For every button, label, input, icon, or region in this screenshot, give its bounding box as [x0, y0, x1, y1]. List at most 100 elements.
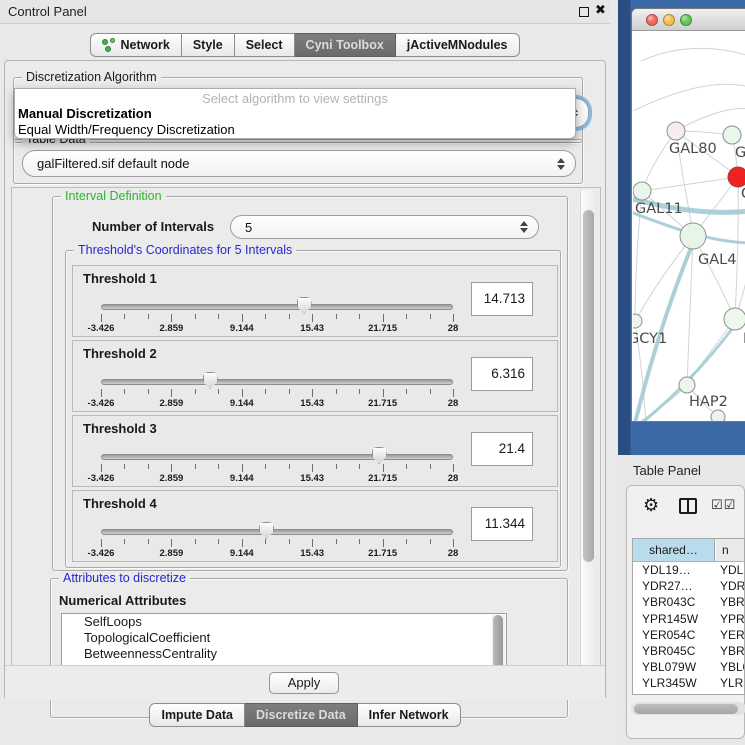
network-node-gal4[interactable]: [680, 223, 706, 249]
network-edge[interactable]: [735, 177, 738, 319]
slider-tick: [242, 464, 243, 472]
settings-vertical-scrollbar[interactable]: [580, 190, 595, 680]
slider-thumb[interactable]: [259, 522, 274, 539]
gear-icon[interactable]: ⚙: [643, 495, 659, 516]
network-node-gcy1[interactable]: [633, 314, 642, 328]
network-edge[interactable]: [693, 236, 735, 319]
slider-tick: [148, 464, 149, 469]
network-edge[interactable]: [642, 177, 738, 191]
minimize-light-icon[interactable]: [663, 14, 675, 26]
table-horizontal-scrollbar[interactable]: [631, 702, 745, 715]
close-panel-icon[interactable]: ✖: [595, 2, 606, 18]
table-row[interactable]: YER054CYER0: [633, 627, 744, 643]
cyni-toolbox-content: Discretization Algorithm Select algorith…: [4, 60, 606, 700]
network-node-label: C: [741, 186, 745, 202]
network-window-titlebar[interactable]: [632, 9, 745, 31]
threshold-label: Threshold 1: [83, 271, 157, 286]
table-row[interactable]: YBR043CYBR0: [633, 594, 744, 610]
tab-network[interactable]: Network: [90, 33, 181, 57]
slider-thumb[interactable]: [203, 372, 218, 389]
network-node-label: HAP2: [689, 394, 728, 410]
tab-infer-network[interactable]: Infer Network: [358, 703, 461, 727]
tab-select[interactable]: Select: [235, 33, 295, 57]
attribute-list-item[interactable]: TopologicalCoefficient: [62, 630, 506, 646]
table-row[interactable]: YPR145WYPR1: [633, 611, 744, 627]
table-panel-title: Table Panel: [633, 463, 701, 478]
slider-tick: [430, 389, 431, 394]
cell-name: YPR1: [715, 611, 744, 627]
network-edge[interactable]: [641, 48, 745, 61]
attribute-list-item[interactable]: SelfLoops: [62, 614, 506, 630]
slider-tick: [242, 389, 243, 397]
threshold-label: Threshold 3: [83, 421, 157, 436]
close-light-icon[interactable]: [646, 14, 658, 26]
threshold-label: Threshold 4: [83, 496, 157, 511]
table-data-combobox[interactable]: galFiltered.sif default node: [22, 150, 576, 177]
slider-tick: [195, 464, 196, 469]
attribute-list-item[interactable]: BetweennessCentrality: [62, 646, 506, 662]
slider-track[interactable]: [101, 379, 453, 385]
table-row[interactable]: YBL079WYBL0: [633, 659, 744, 675]
network-edge[interactable]: [635, 236, 693, 321]
tab-impute-data[interactable]: Impute Data: [149, 703, 245, 727]
split-columns-icon[interactable]: [679, 498, 697, 514]
column-header-name[interactable]: n: [715, 539, 744, 561]
slider-thumb[interactable]: [297, 297, 312, 314]
zoom-light-icon[interactable]: [680, 14, 692, 26]
network-node-hap2[interactable]: [679, 377, 695, 393]
network-edge[interactable]: [633, 84, 745, 111]
threshold-value-field[interactable]: 21.4: [471, 432, 533, 466]
slider-track[interactable]: [101, 529, 453, 535]
cell-name: YER0: [715, 627, 744, 643]
checkbox-filter-icons[interactable]: ☑☑: [711, 497, 736, 513]
network-node-gal80[interactable]: [667, 122, 685, 140]
threshold-value-field[interactable]: 11.344: [471, 507, 533, 541]
tab-label: Discretize Data: [256, 704, 346, 726]
attributes-scrollbar-thumb[interactable]: [493, 615, 503, 671]
table-row[interactable]: YBR045CYBR0: [633, 643, 744, 659]
table-row[interactable]: YDL19…YDL1: [633, 562, 744, 578]
column-header-shared[interactable]: shared…: [633, 539, 715, 561]
algorithm-option[interactable]: Manual Discretization: [18, 106, 574, 122]
tab-jactivemnodules[interactable]: jActiveMNodules: [396, 33, 520, 57]
table-data-group: Table Data galFiltered.sif default node: [13, 139, 583, 184]
number-of-intervals-combobox[interactable]: 5: [230, 215, 539, 239]
table-row[interactable]: YIL052CYIL0: [633, 692, 744, 696]
table-row[interactable]: YLR345WYLR3: [633, 675, 744, 691]
slider-thumb[interactable]: [372, 447, 387, 464]
network-canvas[interactable]: GAL80GCGAL11GAL4GCY1HHAP2: [633, 31, 745, 422]
tab-style[interactable]: Style: [182, 33, 235, 57]
network-node-h[interactable]: [724, 308, 745, 330]
interval-definition-group: Interval Definition Number of Intervals …: [52, 196, 568, 571]
slider-tick: [101, 389, 102, 397]
network-node-gal11[interactable]: [633, 182, 651, 200]
number-of-intervals-value: 5: [245, 220, 252, 235]
threshold-value-field[interactable]: 6.316: [471, 357, 533, 391]
tab-discretize-data[interactable]: Discretize Data: [245, 703, 358, 727]
table-row[interactable]: YDR27…YDR2: [633, 578, 744, 594]
network-node-label: GAL80: [669, 141, 717, 157]
float-panel-icon[interactable]: [579, 7, 589, 17]
slider-tick: [383, 314, 384, 322]
network-icon-dot: [105, 46, 111, 52]
network-node-g[interactable]: [723, 126, 741, 144]
settings-scrollbar-thumb[interactable]: [583, 210, 594, 562]
tab-cyni-toolbox[interactable]: Cyni Toolbox: [295, 33, 396, 57]
slider-tick: [218, 464, 219, 469]
network-node-c[interactable]: [728, 167, 745, 187]
network-node-label: GAL11: [635, 201, 683, 217]
table-scrollbar-thumb[interactable]: [634, 704, 738, 714]
slider-tick: [383, 539, 384, 547]
tab-label: Impute Data: [161, 704, 233, 726]
threshold-value-field[interactable]: 14.713: [471, 282, 533, 316]
network-node[interactable]: [711, 410, 725, 422]
node-table: shared… n YDL19…YDL1YDR27…YDR2YBR043CYBR…: [632, 538, 745, 695]
slider-track[interactable]: [101, 454, 453, 460]
table-toolbar: ⚙ ☑☑: [627, 494, 744, 522]
network-edge[interactable]: [642, 131, 676, 191]
slider-tick: [336, 539, 337, 544]
slider-tick: [242, 539, 243, 547]
slider-track[interactable]: [101, 304, 453, 310]
algorithm-option[interactable]: Equal Width/Frequency Discretization: [18, 122, 574, 138]
apply-button[interactable]: Apply: [269, 672, 339, 694]
